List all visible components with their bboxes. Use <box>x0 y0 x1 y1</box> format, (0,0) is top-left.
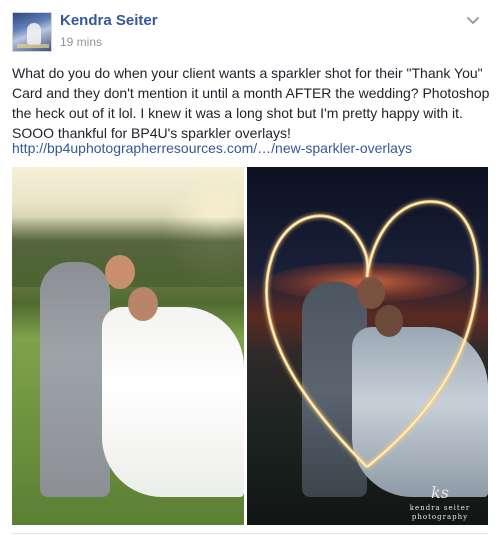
watermark-logo: ks <box>431 483 449 502</box>
groom-figure <box>40 262 110 497</box>
watermark-line-2: photography <box>411 513 469 521</box>
groom-head <box>105 255 135 289</box>
profile-avatar[interactable] <box>12 12 52 52</box>
watermark-text: kendra seiter photography <box>397 504 483 522</box>
chevron-down-icon[interactable] <box>466 14 480 28</box>
before-photo <box>12 167 272 525</box>
bride-figure <box>102 307 244 497</box>
post-author-name[interactable]: Kendra Seiter <box>60 12 158 29</box>
post-body-text: What do you do when your client wants a … <box>12 65 490 141</box>
post-timestamp[interactable]: 19 mins <box>60 35 102 49</box>
bride-head <box>128 287 158 321</box>
after-photo: ks kendra seiter photography <box>247 167 488 525</box>
post-divider <box>12 533 488 534</box>
post-link[interactable]: http://bp4uphotographerresources.com/…/n… <box>12 138 412 158</box>
sparkler-heart <box>264 200 480 469</box>
watermark-line-1: kendra seiter <box>409 504 471 512</box>
feed-post: Kendra Seiter 19 mins What do you do whe… <box>0 0 500 537</box>
post-photo[interactable]: ks kendra seiter photography <box>12 167 488 525</box>
